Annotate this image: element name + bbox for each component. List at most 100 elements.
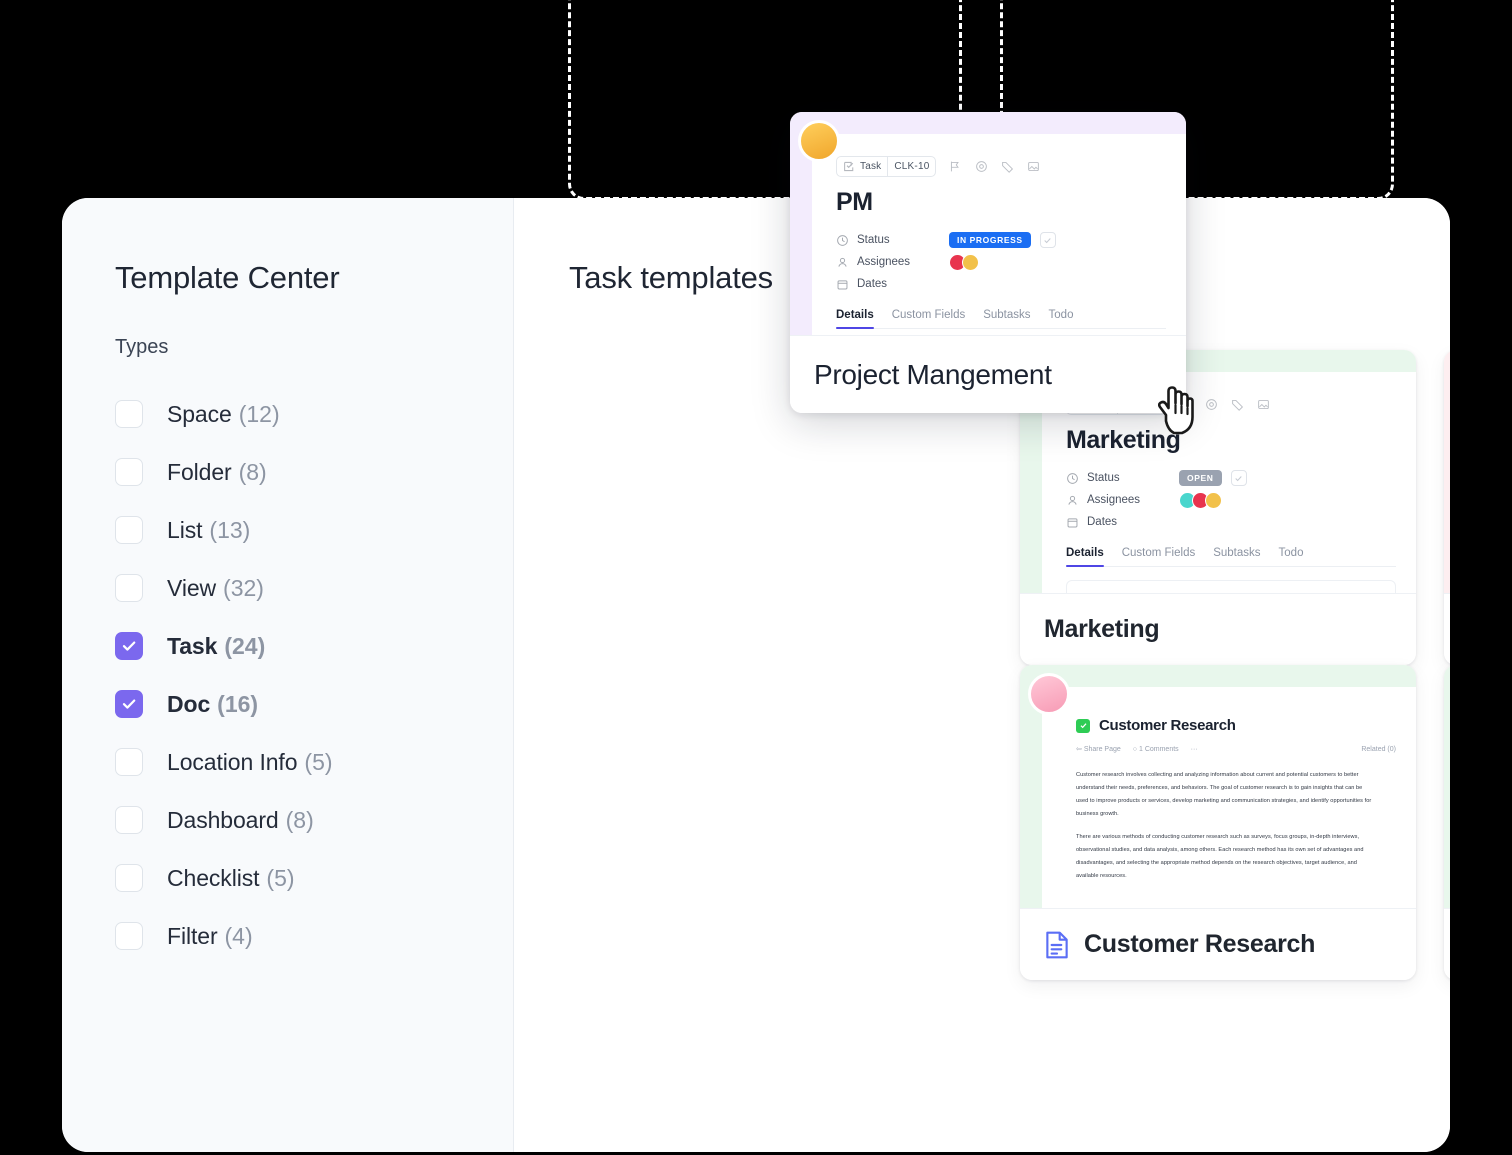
avatar: [1028, 673, 1070, 715]
task-chip-row: Task CLK-10: [836, 156, 1166, 177]
status-row: Status IN PROGRESS: [836, 229, 1166, 251]
task-type-chip: Task: [837, 157, 887, 176]
doc-title-row: Customer Research: [1076, 717, 1396, 734]
type-filter-count: (13): [209, 516, 251, 543]
checkbox-doc[interactable]: [115, 690, 143, 718]
assignees-row: Assignees: [1066, 489, 1396, 511]
type-filter-dashboard[interactable]: Dashboard (8): [115, 791, 513, 849]
person-icon: [1068, 495, 1077, 505]
avatar: [798, 120, 840, 162]
task-title: PM: [836, 188, 873, 216]
calendar-icon: [837, 279, 848, 289]
type-filter-count: (32): [223, 574, 264, 601]
type-filter-label: Checklist: [167, 864, 260, 891]
type-filter-label: Dashboard: [167, 806, 279, 833]
type-filter-list[interactable]: List (13): [115, 501, 513, 559]
card-preview-body: Customer Research ⇦ Share Page ○ 1 Comme…: [1042, 687, 1416, 908]
template-card-design[interactable]: Task CLK-10 Design Status: [1444, 350, 1450, 665]
status-badge: OPEN: [1179, 470, 1222, 486]
status-check-box[interactable]: [1230, 470, 1247, 486]
template-card-seo[interactable]: SEO ⇦ Share Page ○ 1 Comments ··· Relate…: [1444, 665, 1450, 980]
tab-todo[interactable]: Todo: [1279, 547, 1304, 559]
clock-icon: [837, 234, 848, 246]
checkbox-space[interactable]: [115, 400, 143, 428]
card-footer: Marketing: [1020, 593, 1416, 665]
assignees-label: Assignees: [1087, 494, 1141, 506]
type-filter-count: (5): [266, 864, 295, 891]
preview-tabs: Details Custom Fields Subtasks Todo: [836, 309, 1166, 329]
template-card-customer-research[interactable]: Customer Research ⇦ Share Page ○ 1 Comme…: [1020, 665, 1416, 980]
doc-body: Customer research involves collecting an…: [1076, 769, 1376, 883]
doc-title: Customer Research: [1099, 717, 1236, 734]
assignee-avatars: [1179, 491, 1222, 509]
tab-subtasks[interactable]: Subtasks: [983, 309, 1030, 321]
checkbox-checklist[interactable]: [115, 864, 143, 892]
types-section-label: Types: [115, 336, 169, 358]
share-page-button[interactable]: ⇦ Share Page: [1076, 745, 1121, 753]
checkbox-list[interactable]: [115, 516, 143, 544]
doc-check-icon: [1076, 718, 1090, 733]
checkbox-task[interactable]: [115, 632, 143, 660]
description-box: For the launch of Acme Home, we plan to …: [1066, 580, 1396, 593]
types-filter-list: Space (12) Folder (8) List (13) View (32) Task (2…: [115, 385, 513, 965]
tab-todo[interactable]: Todo: [1049, 309, 1074, 321]
card-footer: Project Mangement: [790, 335, 1186, 413]
type-filter-location-info[interactable]: Location Info (5): [115, 733, 513, 791]
type-filter-label: Location Info: [167, 748, 298, 775]
card-footer: SEO: [1444, 908, 1450, 980]
doc-paragraph-1: Customer research involves collecting an…: [1076, 772, 1372, 818]
type-filter-label: Doc: [167, 690, 211, 717]
type-filter-view[interactable]: View (32): [115, 559, 513, 617]
tab-subtasks[interactable]: Subtasks: [1213, 547, 1260, 559]
type-filter-filter[interactable]: Filter (4): [115, 907, 513, 965]
sidebar: Template Center Types Space (12) Folder (8)…: [62, 198, 514, 1152]
dates-label: Dates: [857, 278, 888, 290]
doc-paragraph-2: There are various methods of conducting …: [1076, 833, 1364, 879]
screenshot-stage: Template Center Types Space (12) Folder (8)…: [0, 0, 1512, 1155]
checkbox-folder[interactable]: [115, 458, 143, 486]
type-filter-folder[interactable]: Folder (8): [115, 443, 513, 501]
checkbox-dashboard[interactable]: [115, 806, 143, 834]
type-filter-task[interactable]: Task (24): [115, 617, 513, 675]
type-filter-label: List: [167, 516, 203, 543]
hover-preview-project-management[interactable]: Task CLK-10 PM Status IN PROGRESS Assign…: [790, 112, 1186, 413]
tab-custom-fields[interactable]: Custom Fields: [892, 309, 966, 321]
card-preview: Task CLK-10 Design Status: [1444, 350, 1450, 593]
status-check-box[interactable]: [1039, 232, 1056, 248]
status-label: Status: [1087, 472, 1120, 484]
type-filter-checklist[interactable]: Checklist (5): [115, 849, 513, 907]
clock-icon: [1067, 472, 1078, 484]
type-filter-space[interactable]: Space (12): [115, 385, 513, 443]
dates-label: Dates: [1087, 516, 1118, 528]
task-chip-group: Task CLK-10: [836, 156, 937, 177]
tab-details[interactable]: Details: [1066, 547, 1104, 567]
type-filter-count: (8): [238, 458, 267, 485]
doc-meta-row: ⇦ Share Page ○ 1 Comments ··· Related (0…: [1076, 745, 1396, 754]
type-filter-label: Task: [167, 632, 218, 659]
tag-icon: [1232, 399, 1244, 411]
checkbox-filter[interactable]: [115, 922, 143, 950]
dates-row: Dates: [836, 273, 1166, 295]
card-title: Customer Research: [1084, 930, 1316, 958]
task-id-chip: CLK-10: [887, 157, 935, 176]
type-filter-count: (12): [238, 400, 280, 427]
template-center-window: Template Center Types Space (12) Folder (8)…: [62, 198, 1450, 1152]
type-filter-count: (8): [285, 806, 314, 833]
card-title: Marketing: [1044, 615, 1160, 643]
checkbox-location-info[interactable]: [115, 748, 143, 776]
more-options-button[interactable]: ···: [1191, 746, 1198, 753]
comments-button[interactable]: ○ 1 Comments: [1133, 746, 1179, 753]
checkbox-view[interactable]: [115, 574, 143, 602]
type-filter-count: (24): [224, 632, 266, 659]
page-title: Template Center: [115, 260, 340, 295]
task-chip-label: Task: [860, 161, 882, 172]
assignees-label: Assignees: [857, 256, 911, 268]
type-filter-doc[interactable]: Doc (16): [115, 675, 513, 733]
tag-icon: [1002, 161, 1014, 173]
tab-custom-fields[interactable]: Custom Fields: [1122, 547, 1196, 559]
tab-details[interactable]: Details: [836, 309, 874, 329]
status-label: Status: [857, 234, 890, 246]
type-filter-label: Space: [167, 400, 232, 427]
dates-row: Dates: [1066, 511, 1396, 533]
task-title: Marketing: [1066, 426, 1181, 454]
